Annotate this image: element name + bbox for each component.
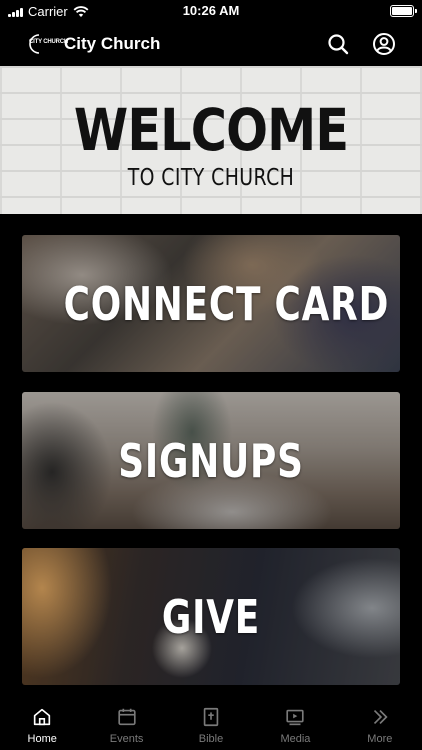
tab-more[interactable]: More — [338, 698, 422, 750]
welcome-subtitle: TO CITY CHURCH — [127, 165, 295, 191]
connect-card-label: CONNECT CARD — [63, 277, 390, 331]
tab-bar: Home Events Bible Media More — [0, 698, 422, 750]
tab-events[interactable]: Events — [84, 698, 168, 750]
home-icon — [34, 708, 51, 726]
tab-media-label: Media — [280, 733, 311, 745]
tab-bible-label: Bible — [198, 733, 224, 745]
calendar-icon — [117, 708, 136, 726]
status-time: 10:26 AM — [182, 3, 240, 18]
chevrons-right-icon — [373, 709, 388, 725]
tab-more-label: More — [367, 733, 393, 745]
logo-text: CITY CHURCH — [29, 39, 69, 45]
tab-bible[interactable]: Bible — [169, 698, 253, 750]
app-header: CITY CHURCH City Church — [0, 22, 422, 66]
battery-icon — [390, 5, 417, 17]
give-label: GIVE — [161, 590, 261, 644]
give-tile[interactable]: GIVE — [22, 548, 400, 685]
status-bar: Carrier 10:26 AM — [0, 0, 422, 22]
bible-icon — [203, 707, 219, 727]
signups-tile[interactable]: SIGNUPS — [22, 392, 400, 529]
welcome-title: WELCOME — [73, 96, 349, 164]
signups-label: SIGNUPS — [118, 434, 304, 488]
media-icon — [286, 709, 305, 726]
search-icon[interactable] — [326, 32, 350, 56]
tab-home-label: Home — [27, 733, 57, 745]
welcome-banner: WELCOME TO CITY CHURCH — [0, 66, 422, 214]
tab-events-label: Events — [109, 733, 144, 745]
app-title: City Church — [64, 34, 161, 53]
church-logo: CITY CHURCH — [26, 33, 68, 55]
tab-home[interactable]: Home — [0, 698, 84, 750]
connect-card-tile[interactable]: CONNECT CARD — [22, 235, 400, 372]
tab-media[interactable]: Media — [253, 698, 337, 750]
profile-icon[interactable] — [372, 32, 396, 56]
